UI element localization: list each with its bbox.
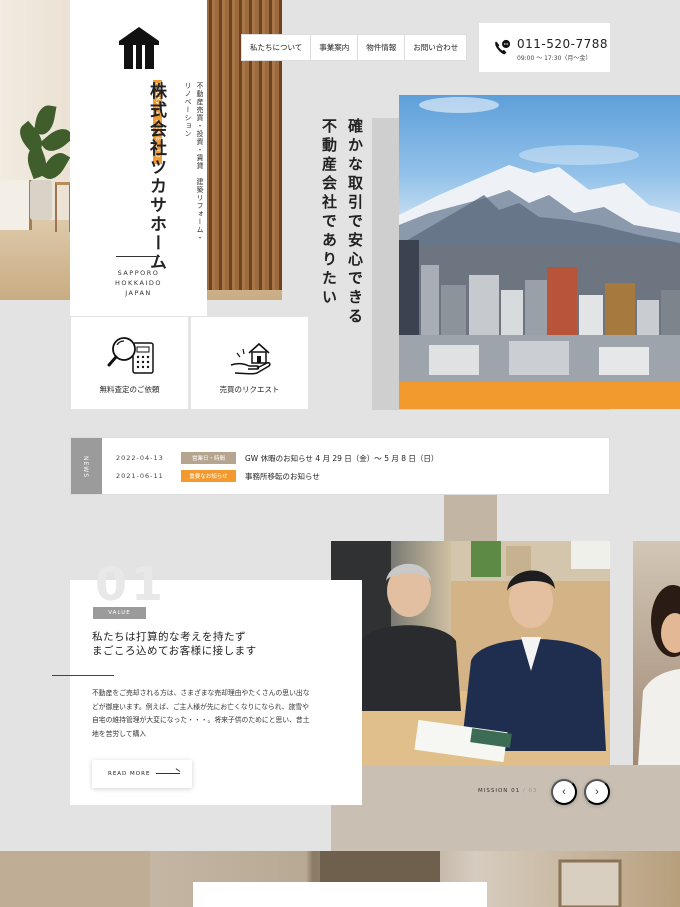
value-divider: [52, 675, 114, 676]
company-name: 株式会社ツカサホーム: [146, 82, 166, 272]
phone-chat-icon: [495, 39, 511, 55]
value-number: 01: [95, 557, 168, 611]
news-item[interactable]: 2021-06-11 重要なお知らせ 事務所移転のお知らせ: [116, 470, 320, 482]
logo-panel[interactable]: TSUKASA HOME LTD. 株式会社ツカサホーム 不動産売買・投資・賃貸…: [70, 0, 207, 316]
company-logo-icon: [119, 27, 159, 69]
news-item[interactable]: 2022-04-13 営業日・時間 GW 休暇のお知らせ 4 月 29 日（金）…: [116, 452, 438, 464]
meeting-photo-next: [633, 541, 680, 765]
next-section-card: [193, 882, 487, 907]
assessment-magnifier-calculator-icon: [107, 337, 154, 374]
news-date: 2022-04-13: [116, 454, 164, 462]
main-nav: 私たちについて 事業案内 物件情報 お問い合わせ: [241, 34, 468, 61]
next-slide-button[interactable]: ›: [584, 779, 610, 805]
company-location: SAPPORO HOKKAIDO JAPAN: [115, 269, 162, 297]
news-date: 2021-06-11: [116, 472, 164, 480]
nav-about[interactable]: 私たちについて: [242, 35, 312, 60]
city-mountain-illustration: [399, 97, 680, 382]
chevron-right-icon: ›: [595, 786, 599, 798]
business-hours: 09:00 〜 17:30（月〜金）: [517, 55, 592, 62]
arrow-right-icon: [156, 773, 180, 774]
purchase-request-button[interactable]: 売買のリクエスト: [190, 316, 309, 410]
free-assessment-button[interactable]: 無料査定のご依頼: [70, 316, 189, 410]
mission-counter: MISSION 01 / 03: [478, 788, 538, 794]
read-more-button[interactable]: READ MORE: [92, 760, 192, 788]
meeting-photo: [331, 541, 610, 765]
phone-number: 011-520-7788: [517, 37, 609, 51]
free-assessment-label: 無料査定のご依頼: [99, 385, 160, 394]
news-title[interactable]: GW 休暇のお知らせ 4 月 29 日（金）〜 5 月 8 日（日）: [245, 453, 438, 464]
nav-contact[interactable]: お問い合わせ: [405, 35, 466, 60]
news-title[interactable]: 事務所移転のお知らせ: [245, 471, 320, 482]
purchase-request-label: 売買のリクエスト: [219, 385, 280, 394]
news-category-badge: 営業日・時間: [181, 452, 236, 464]
nav-properties[interactable]: 物件情報: [358, 35, 406, 60]
nav-business[interactable]: 事業案内: [311, 35, 359, 60]
sapporo-city-photo: [399, 95, 680, 382]
value-tag: VALUE: [93, 607, 146, 619]
meeting-illustration: [331, 541, 610, 765]
hero-headline-line2: 不動産会社でありたい: [320, 118, 338, 308]
phone-contact[interactable]: 011-520-7788 09:00 〜 17:30（月〜金）: [479, 23, 610, 72]
chevron-left-icon: ‹: [562, 786, 566, 798]
prev-slide-button[interactable]: ‹: [551, 779, 577, 805]
news-category-badge: 重要なお知らせ: [181, 470, 236, 482]
news-section: NEWS 2022-04-13 営業日・時間 GW 休暇のお知らせ 4 月 29…: [70, 437, 610, 495]
house-in-hand-icon: [230, 342, 271, 375]
value-heading: 私たちは打算的な考えを持たず まごころ込めてお客様に接します: [92, 631, 257, 657]
hero-accent-bar: [399, 382, 680, 409]
hero-headline-line1: 確かな取引で安心できる: [346, 118, 364, 327]
plant-pot: [30, 180, 52, 220]
value-body-text: 不動産をご売却される方は、さまざまな売却理由やたくさんの思い出などが御座います。…: [92, 689, 310, 738]
logo-divider: [116, 256, 160, 257]
company-services: 不動産売買・投資・賃貸 建築リフォーム・リノベーション: [184, 82, 204, 242]
plant: [14, 103, 75, 190]
news-tab: NEWS: [71, 438, 102, 494]
decor-beam-horizontal: [331, 765, 680, 851]
